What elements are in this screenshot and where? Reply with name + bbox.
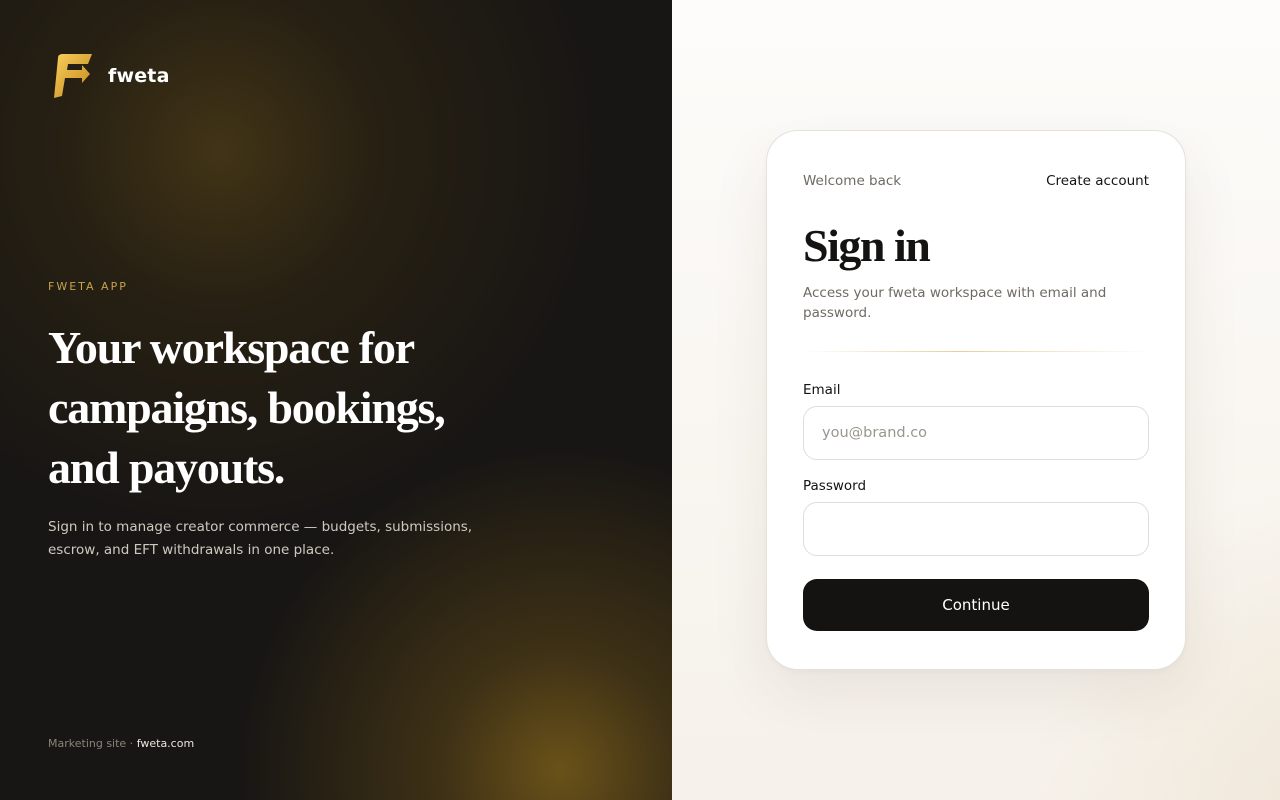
hero-headline: Your workspace for campaigns, bookings, …: [48, 322, 446, 493]
welcome-text: Welcome back: [803, 173, 902, 189]
brand-name: fweta: [108, 65, 170, 87]
form-panel: Welcome back Create account Sign in Acce…: [672, 0, 1280, 800]
hero-eyebrow: FWETA APP: [48, 280, 128, 293]
sign-in-title: Sign in: [803, 220, 931, 271]
fweta-logo-icon: [54, 54, 92, 98]
marketing-footnote: Marketing site · fweta.com: [48, 737, 194, 750]
email-label: Email: [803, 382, 841, 398]
sign-in-page: fweta FWETA APP Your workspace for campa…: [0, 0, 1280, 800]
hero-panel: fweta FWETA APP Your workspace for campa…: [0, 0, 672, 800]
sign-in-subtitle: Access your fweta workspace with email a…: [803, 285, 1107, 321]
password-field[interactable]: [803, 502, 1149, 556]
footnote-prefix: Marketing site ·: [48, 737, 134, 750]
email-field[interactable]: [803, 406, 1149, 460]
sign-in-card: Welcome back Create account Sign in Acce…: [766, 130, 1186, 670]
card-header: Welcome back Create account: [803, 173, 1149, 189]
create-account-link[interactable]: Create account: [1046, 173, 1149, 189]
hero-lede: Sign in to manage creator commerce — bud…: [48, 519, 473, 558]
continue-button[interactable]: Continue: [803, 579, 1149, 631]
password-label: Password: [803, 478, 867, 494]
gold-divider: [803, 351, 1149, 352]
marketing-site-link[interactable]: fweta.com: [137, 737, 195, 750]
brand[interactable]: fweta: [52, 52, 170, 100]
